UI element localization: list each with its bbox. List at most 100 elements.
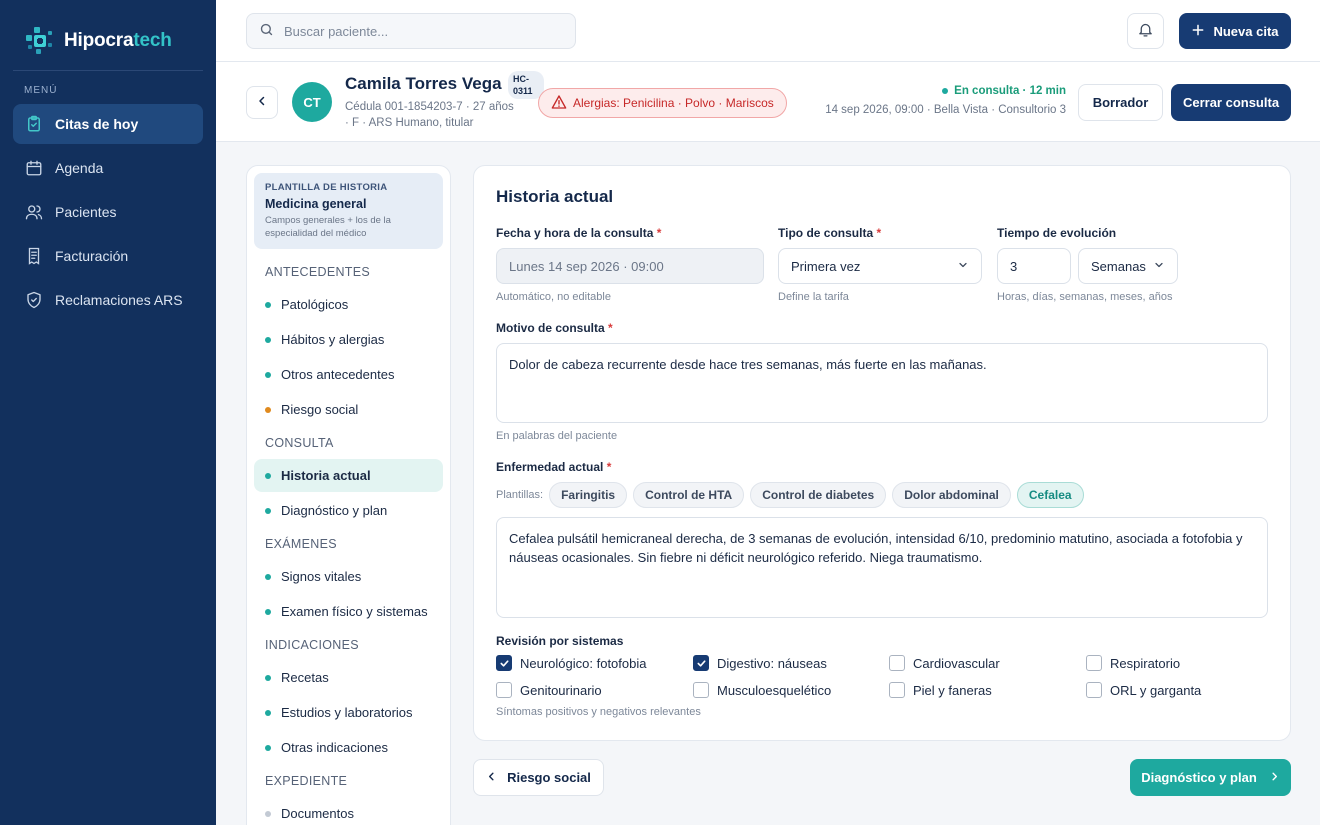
section-item[interactable]: Estudios y laboratorios (254, 696, 443, 729)
checkbox-musculoesqueletico[interactable]: Musculoesquelético (693, 682, 831, 698)
notifications-button[interactable] (1127, 13, 1164, 49)
chevron-down-icon (957, 259, 969, 274)
checkbox-genitourinario[interactable]: Genitourinario (496, 682, 602, 698)
calendar-icon (25, 159, 43, 177)
next-section-button[interactable]: Diagnóstico y plan (1130, 759, 1291, 796)
avatar: CT (292, 82, 332, 122)
search-icon (259, 22, 274, 40)
sidebar-item-agenda[interactable]: Agenda (13, 148, 203, 188)
section-item[interactable]: Otros antecedentes (254, 358, 443, 391)
section-group-title: EXPEDIENTE (265, 774, 348, 788)
checkbox-label: Cardiovascular (913, 655, 1000, 671)
section-item[interactable]: Patológicos (254, 288, 443, 321)
status-dot-icon (265, 336, 271, 343)
reason-textarea[interactable]: Dolor de cabeza recurrente desde hace tr… (496, 343, 1268, 423)
sidebar-item-reclamaciones-ars[interactable]: Reclamaciones ARS (13, 280, 203, 320)
checkbox-label: Genitourinario (520, 682, 602, 698)
evolution-time-input[interactable]: 3 (997, 248, 1071, 284)
template-name: Medicina general (265, 197, 367, 211)
current-illness-label: Enfermedad actual * (496, 460, 612, 474)
section-item[interactable]: Diagnóstico y plan (254, 494, 443, 527)
patient-name: Camila Torres Vega (345, 74, 502, 93)
sidebar-item-pacientes[interactable]: Pacientes (13, 192, 203, 232)
section-item[interactable]: Examen físico y sistemas (254, 595, 443, 628)
shield-icon (25, 291, 43, 309)
datetime-field: Lunes 14 sep 2026 · 09:00 (496, 248, 764, 284)
checkbox-neurologico[interactable]: Neurológico: fotofobia (496, 655, 646, 671)
section-item-label: Examen físico y sistemas (281, 604, 428, 619)
section-item[interactable]: Recetas (254, 661, 443, 694)
status-dot-icon (265, 406, 271, 413)
bell-icon (1137, 21, 1154, 41)
section-item[interactable]: Riesgo social (254, 393, 443, 426)
section-item[interactable]: Otras indicaciones (254, 731, 443, 764)
reason-label: Motivo de consulta * (496, 321, 613, 335)
template-chip-cefalea[interactable]: Cefalea (1016, 482, 1084, 508)
section-item-label: Estudios y laboratorios (281, 705, 413, 720)
checkbox-cardiovascular[interactable]: Cardiovascular (889, 655, 1000, 671)
template-chip-control-hta[interactable]: Control de HTA (633, 482, 745, 508)
current-illness-textarea[interactable]: Cefalea pulsátil hemicraneal derecha, de… (496, 517, 1268, 618)
section-item[interactable]: Hábitos y alergias (254, 323, 443, 356)
section-item[interactable]: Historia actual (254, 459, 443, 492)
templates-label: Plantillas: (496, 489, 544, 501)
section-groups: ANTECEDENTES Patológicos Hábitos y alergia… (247, 257, 450, 825)
checkbox-respiratorio[interactable]: Respiratorio (1086, 655, 1180, 671)
status-dot-icon (265, 507, 271, 514)
menu-title: MENÚ (24, 85, 58, 96)
sidebar-item-citas-de-hoy[interactable]: Citas de hoy (13, 104, 203, 144)
section-title: Historia actual (496, 187, 614, 206)
checkbox-unchecked-icon (889, 682, 905, 698)
back-button[interactable] (246, 86, 278, 119)
section-item-label: Riesgo social (281, 402, 359, 417)
record-id-badge: HC-0311 (508, 71, 544, 99)
datetime-value: Lunes 14 sep 2026 · 09:00 (509, 258, 664, 274)
template-chip-dolor-abdominal[interactable]: Dolor abdominal (892, 482, 1011, 508)
status-dot-icon (265, 744, 271, 751)
evolution-time-label: Tiempo de evolución (997, 226, 1117, 240)
chevron-right-icon (1269, 770, 1280, 785)
patient-header: CT Camila Torres Vega HC-0311 Cédula 001… (216, 62, 1320, 142)
checkbox-label: Digestivo: náuseas (717, 655, 827, 671)
template-label: PLANTILLA DE HISTORIA (265, 182, 388, 193)
sidebar-item-facturacion[interactable]: Facturación (13, 236, 203, 276)
section-item[interactable]: Signos vitales (254, 560, 443, 593)
chevron-left-icon (256, 95, 268, 110)
status-dot-icon (265, 472, 271, 479)
patient-meta: Cédula 001-1854203-7 · 27 años · F · ARS… (345, 101, 514, 129)
draft-button[interactable]: Borrador (1078, 84, 1163, 121)
status-dot-icon (265, 810, 271, 817)
section-item-label: Recetas (281, 670, 329, 685)
plus-icon (1191, 23, 1205, 40)
checkbox-digestivo[interactable]: Digestivo: náuseas (693, 655, 827, 671)
evolution-unit-value: Semanas (1091, 258, 1146, 274)
checkbox-label: Musculoesquelético (717, 682, 832, 698)
new-appointment-button[interactable]: Nueva cita (1179, 13, 1291, 49)
search-input[interactable] (284, 23, 563, 39)
previous-section-button[interactable]: Riesgo social (473, 759, 604, 796)
status-dot-icon (265, 573, 271, 580)
checkbox-piel-faneras[interactable]: Piel y faneras (889, 682, 992, 698)
search-box[interactable] (246, 13, 576, 49)
sidebar-item-label: Reclamaciones ARS (55, 292, 183, 308)
consultation-type-select[interactable]: Primera vez (778, 248, 982, 284)
allergy-badge[interactable]: Alergias: Penicilina · Polvo · Mariscos (538, 88, 787, 118)
new-appointment-label: Nueva cita (1213, 23, 1279, 39)
evolution-unit-select[interactable]: Semanas (1078, 248, 1178, 284)
section-item-label: Patológicos (281, 297, 349, 312)
template-chip-control-diabetes[interactable]: Control de diabetes (750, 482, 887, 508)
reason-help: En palabras del paciente (496, 430, 618, 442)
section-item-label: Historia actual (281, 468, 371, 483)
sections-panel: PLANTILLA DE HISTORIA Medicina general C… (246, 165, 451, 825)
systems-review-help: Síntomas positivos y negativos relevante… (496, 706, 701, 718)
close-consultation-button[interactable]: Cerrar consulta (1171, 84, 1291, 121)
brand[interactable]: Hipocratech (0, 0, 216, 62)
section-item[interactable]: Documentos (254, 797, 443, 825)
history-template-box[interactable]: PLANTILLA DE HISTORIA Medicina general C… (254, 173, 443, 249)
chevron-down-icon (1153, 259, 1165, 274)
checkbox-orl-garganta[interactable]: ORL y garganta (1086, 682, 1201, 698)
checkbox-unchecked-icon (693, 682, 709, 698)
template-chip-faringitis[interactable]: Faringitis (549, 482, 628, 508)
section-item-label: Documentos (281, 806, 354, 821)
sidebar-item-label: Facturación (55, 248, 129, 264)
